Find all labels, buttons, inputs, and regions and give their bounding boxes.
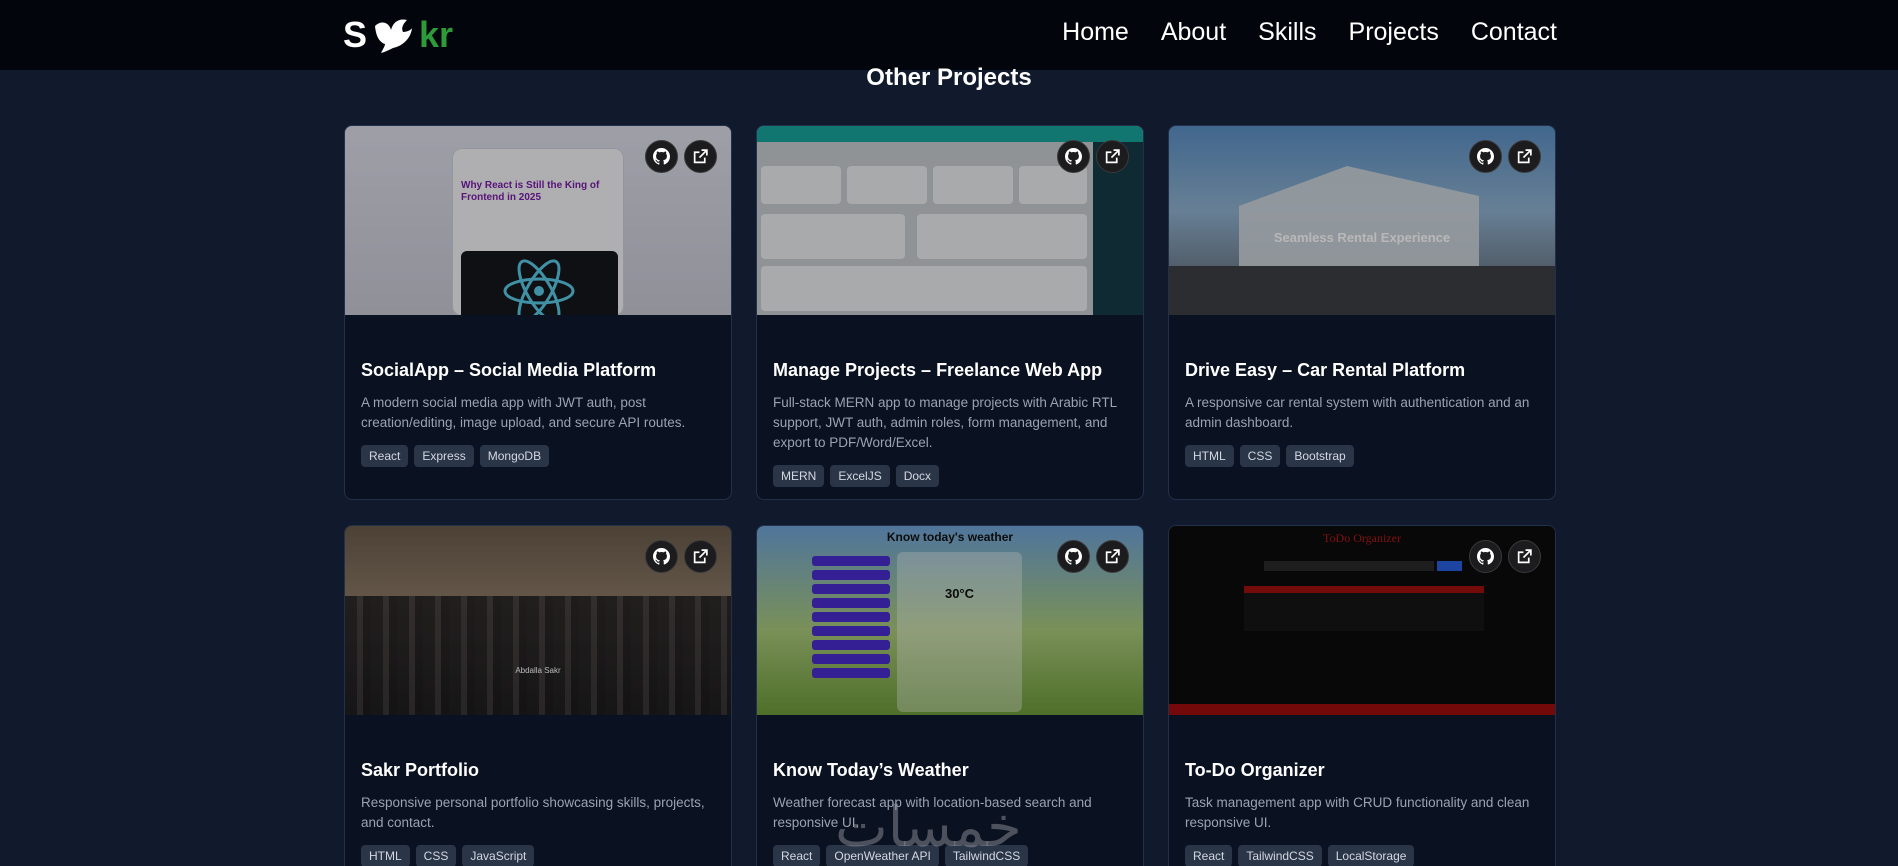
card-body: To-Do Organizer Task management app with… xyxy=(1169,760,1555,866)
external-link-icon xyxy=(693,549,708,564)
external-link-button[interactable] xyxy=(684,540,717,573)
project-title: Drive Easy – Car Rental Platform xyxy=(1185,360,1466,380)
bird-icon xyxy=(375,19,413,53)
tech-tag: Express xyxy=(414,445,474,467)
github-button[interactable] xyxy=(645,540,678,573)
logo-letter-s: S xyxy=(343,14,368,55)
github-icon xyxy=(1477,148,1494,165)
external-link-button[interactable] xyxy=(684,140,717,173)
project-description: Full-stack MERN app to manage projects w… xyxy=(773,395,1117,450)
project-card-todo: ToDo Organizer To-Do Organizer Task mana… xyxy=(1168,525,1556,866)
project-description: Task management app with CRUD functional… xyxy=(1185,795,1530,830)
tech-tags: HTML CSS JavaScript xyxy=(361,845,715,866)
github-icon xyxy=(653,548,670,565)
project-title: SocialApp – Social Media Platform xyxy=(361,360,657,380)
nav-contact[interactable]: Contact xyxy=(1471,18,1557,47)
github-button[interactable] xyxy=(1057,540,1090,573)
nav-home[interactable]: Home xyxy=(1062,18,1129,47)
external-link-icon xyxy=(1105,149,1120,164)
navbar: S kr Home About Skills Projects Contact xyxy=(0,0,1898,70)
project-card-socialapp: Why React is Still the King of Frontend … xyxy=(344,125,732,500)
external-link-button[interactable] xyxy=(1096,140,1129,173)
project-description: A responsive car rental system with auth… xyxy=(1185,395,1530,430)
github-button[interactable] xyxy=(1469,140,1502,173)
project-description: Responsive personal portfolio showcasing… xyxy=(361,795,705,830)
watermark: خمسات xyxy=(835,795,1022,860)
tech-tags: MERN ExcelJS Docx xyxy=(773,465,1127,487)
tech-tag: Bootstrap xyxy=(1286,445,1354,467)
tech-tag: CSS xyxy=(1239,445,1281,467)
tech-tag: HTML xyxy=(1185,445,1234,467)
external-link-icon xyxy=(1517,549,1532,564)
github-button[interactable] xyxy=(1057,140,1090,173)
external-link-icon xyxy=(1517,149,1532,164)
external-link-icon xyxy=(693,149,708,164)
logo-letters-kr: kr xyxy=(419,14,454,55)
tech-tag: Docx xyxy=(895,465,940,487)
nav-skills[interactable]: Skills xyxy=(1258,18,1316,47)
project-thumbnail: ToDo Organizer xyxy=(1169,526,1555,715)
site-logo[interactable]: S kr xyxy=(343,14,453,56)
project-card-sakr-portfolio: Abdalla Sakr Sakr Portfolio Responsive p… xyxy=(344,525,732,866)
github-icon xyxy=(1065,548,1082,565)
tech-tag: React xyxy=(1185,845,1233,866)
tech-tag: React xyxy=(773,845,821,866)
section-title: Other Projects xyxy=(866,64,1032,91)
project-description: A modern social media app with JWT auth,… xyxy=(361,395,686,430)
tech-tag: JavaScript xyxy=(462,845,535,866)
nav-projects[interactable]: Projects xyxy=(1349,18,1439,47)
card-body: Manage Projects – Freelance Web App Full… xyxy=(757,360,1143,487)
external-link-button[interactable] xyxy=(1508,140,1541,173)
github-icon xyxy=(1065,148,1082,165)
tech-tag: ExcelJS xyxy=(830,465,890,487)
github-icon xyxy=(653,148,670,165)
tech-tag: MERN xyxy=(773,465,825,487)
project-title: To-Do Organizer xyxy=(1185,760,1325,780)
project-title: Sakr Portfolio xyxy=(361,760,480,780)
project-thumbnail: Why React is Still the King of Frontend … xyxy=(345,126,731,315)
tech-tag: HTML xyxy=(361,845,410,866)
project-title: Know Today’s Weather xyxy=(773,760,969,780)
tech-tags: HTML CSS Bootstrap xyxy=(1185,445,1539,467)
external-link-button[interactable] xyxy=(1096,540,1129,573)
tech-tag: TailwindCSS xyxy=(1238,845,1322,866)
external-link-button[interactable] xyxy=(1508,540,1541,573)
external-link-icon xyxy=(1105,549,1120,564)
project-thumbnail: Know today's weather 30°C xyxy=(757,526,1143,715)
project-thumbnail xyxy=(757,126,1143,315)
tech-tag: LocalStorage xyxy=(1327,845,1415,866)
project-card-drive-easy: Seamless Rental Experience Drive Easy – … xyxy=(1168,125,1556,500)
card-body: Drive Easy – Car Rental Platform A respo… xyxy=(1169,360,1555,467)
github-button[interactable] xyxy=(645,140,678,173)
github-button[interactable] xyxy=(1469,540,1502,573)
card-body: Sakr Portfolio Responsive personal portf… xyxy=(345,760,731,866)
main-nav: Home About Skills Projects Contact xyxy=(1062,18,1557,47)
project-thumbnail: Abdalla Sakr xyxy=(345,526,731,715)
project-thumbnail: Seamless Rental Experience xyxy=(1169,126,1555,315)
tech-tags: React TailwindCSS LocalStorage xyxy=(1185,845,1539,866)
tech-tag: MongoDB xyxy=(479,445,550,467)
card-body: SocialApp – Social Media Platform A mode… xyxy=(345,360,731,467)
tech-tag: React xyxy=(361,445,409,467)
tech-tags: React Express MongoDB xyxy=(361,445,715,467)
project-title: Manage Projects – Freelance Web App xyxy=(773,360,1103,380)
nav-about[interactable]: About xyxy=(1161,18,1226,47)
github-icon xyxy=(1477,548,1494,565)
tech-tag: CSS xyxy=(415,845,457,866)
project-card-manage-projects: Manage Projects – Freelance Web App Full… xyxy=(756,125,1144,500)
